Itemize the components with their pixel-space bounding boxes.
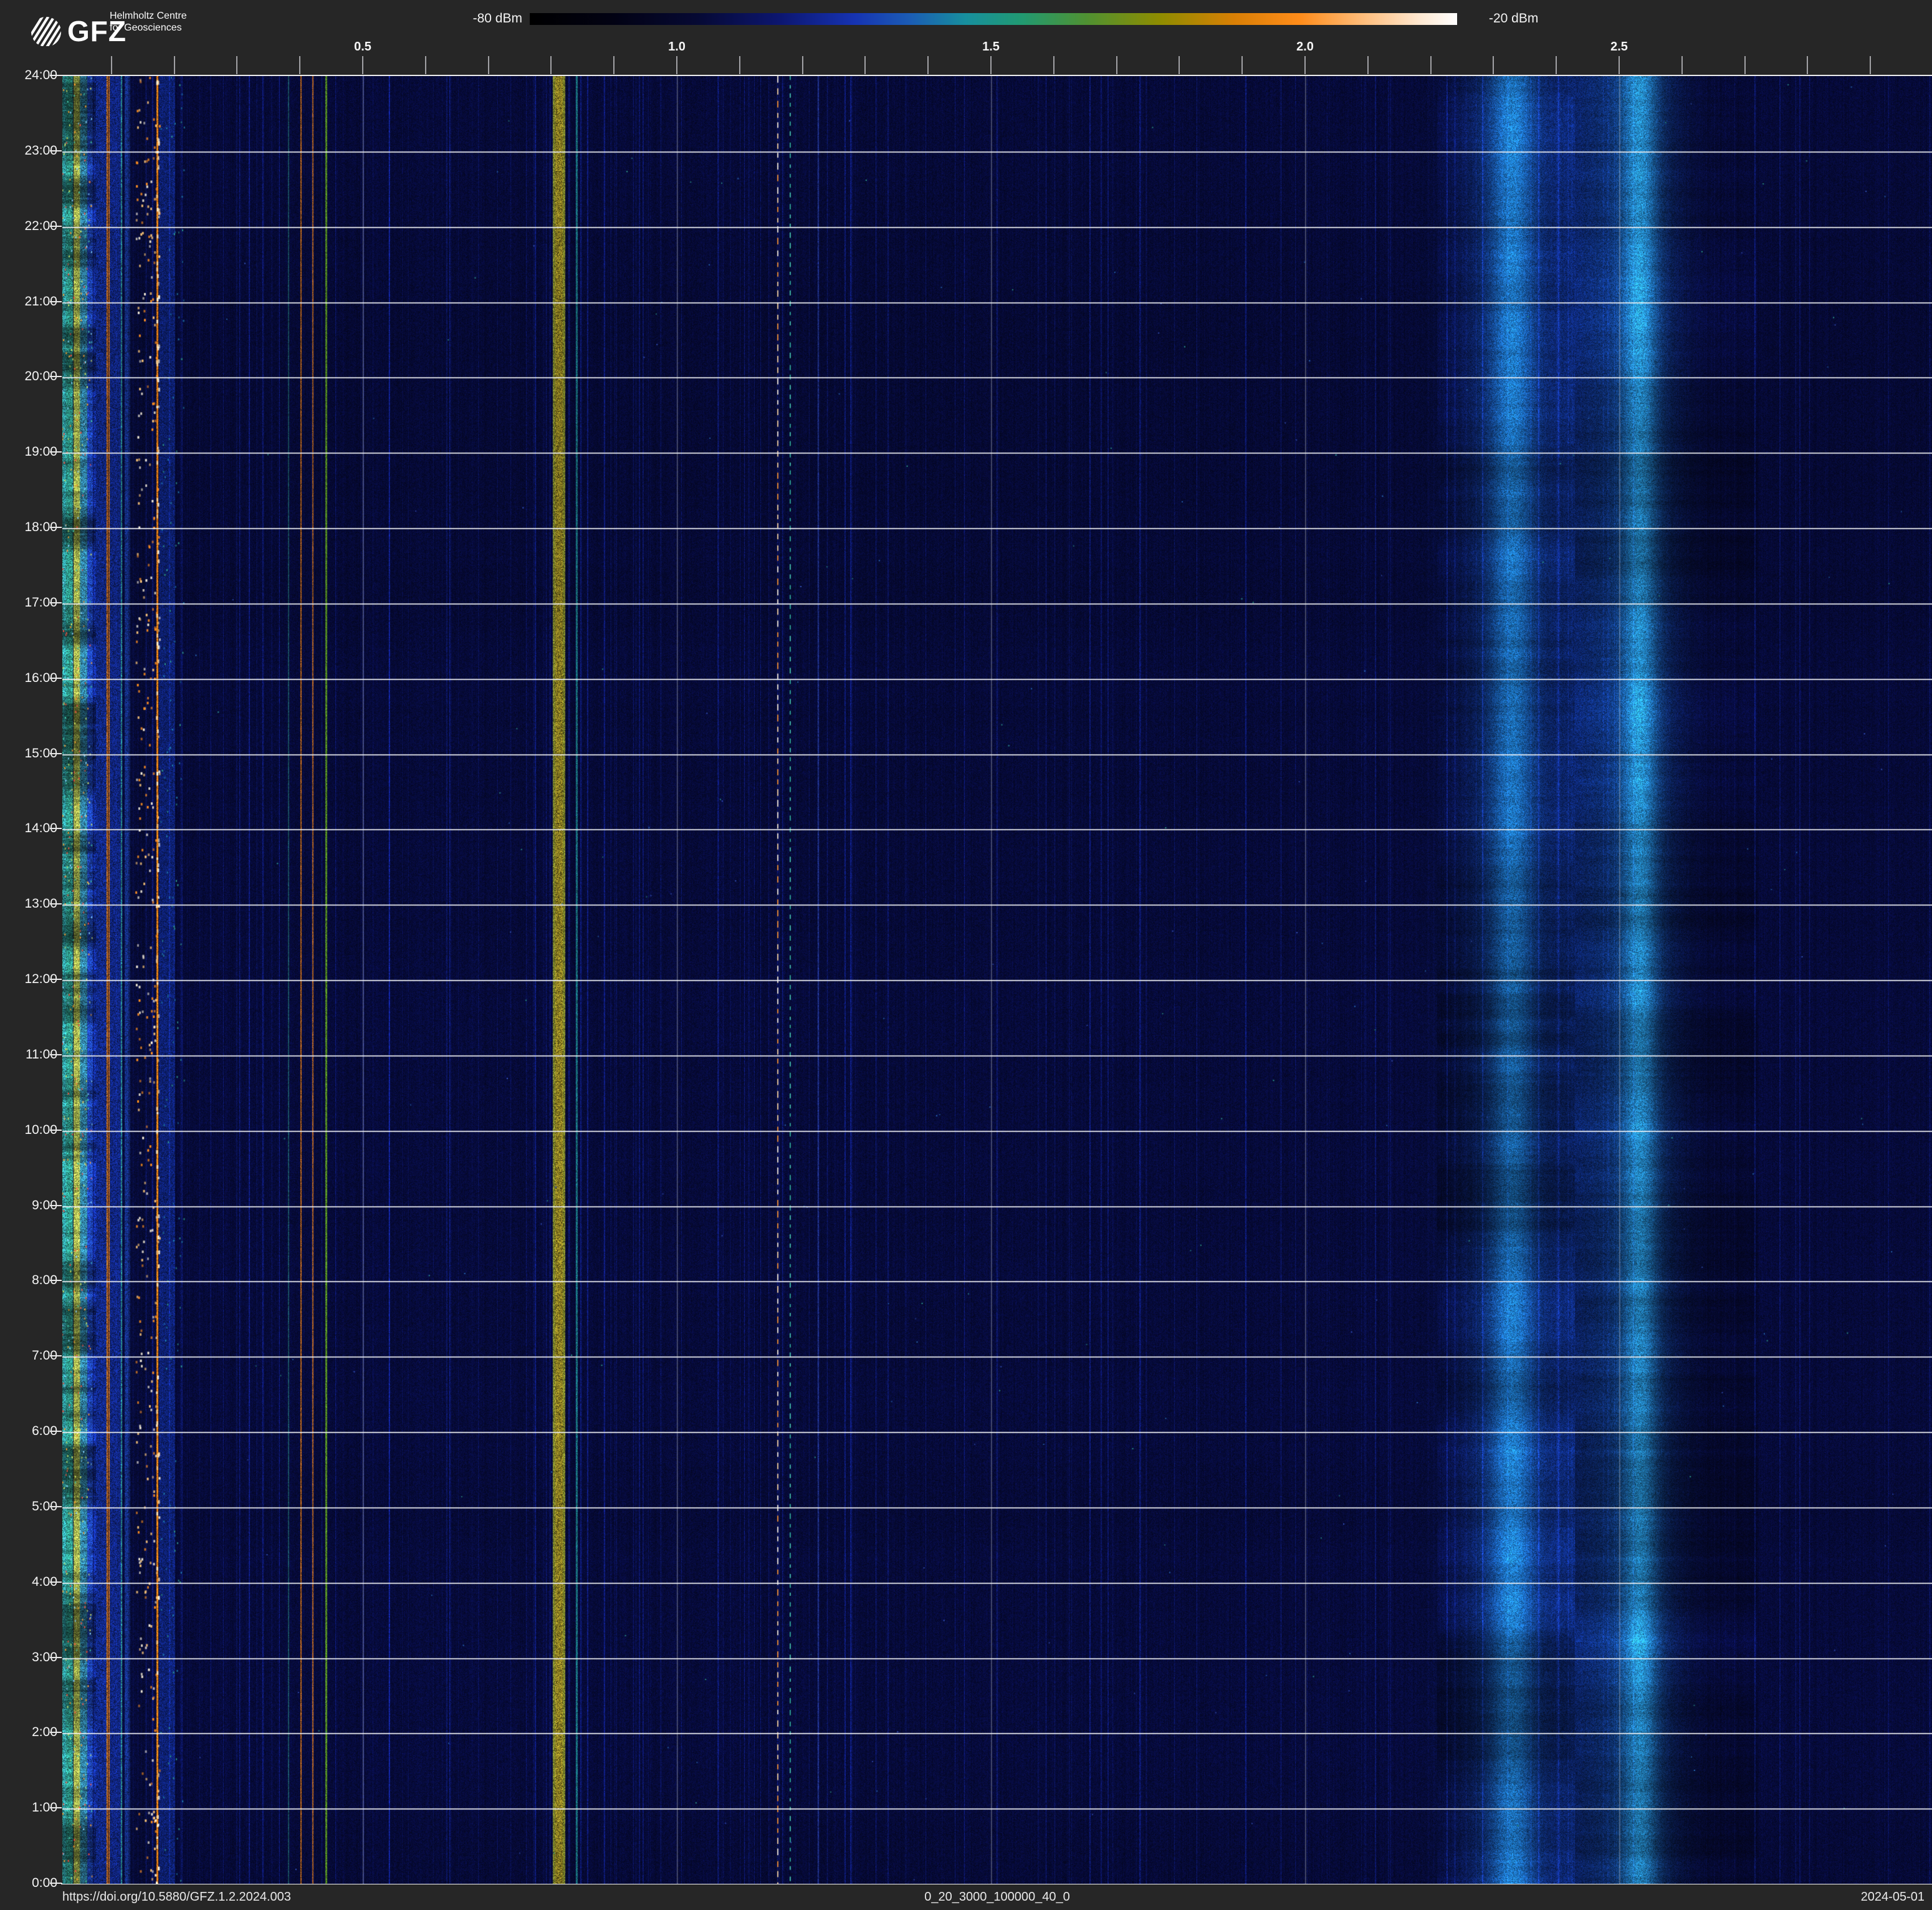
- y-tick: [50, 1431, 62, 1432]
- y-tick: [50, 1807, 62, 1808]
- x-tick: [927, 56, 929, 74]
- y-tick: [50, 301, 62, 302]
- y-tick: [50, 1205, 62, 1206]
- x-tick: [236, 56, 237, 74]
- x-tick: [802, 56, 803, 74]
- y-tick: [50, 1581, 62, 1583]
- y-label: 5:00: [0, 1499, 57, 1514]
- x-label: 1.0: [668, 40, 686, 54]
- x-tick: [613, 56, 615, 74]
- x-tick: [174, 56, 175, 74]
- y-tick: [50, 979, 62, 980]
- y-tick: [50, 1732, 62, 1733]
- spectrogram-canvas: [62, 76, 1932, 1884]
- y-tick: [50, 602, 62, 603]
- x-tick: [1053, 56, 1054, 74]
- y-tick: [50, 678, 62, 679]
- y-label: 21:00: [0, 294, 57, 309]
- x-tick: [111, 56, 112, 74]
- y-label: 8:00: [0, 1273, 57, 1288]
- y-label: 15:00: [0, 746, 57, 761]
- y-tick: [50, 1130, 62, 1131]
- x-tick: [990, 56, 992, 74]
- y-label: 16:00: [0, 671, 57, 686]
- y-tick: [50, 828, 62, 829]
- y-label: 23:00: [0, 143, 57, 158]
- x-tick: [1556, 56, 1557, 74]
- x-label: 1.5: [982, 40, 1000, 54]
- y-tick: [50, 1280, 62, 1281]
- x-tick: [299, 56, 300, 74]
- x-label: 2.0: [1296, 40, 1314, 54]
- y-label: 17:00: [0, 595, 57, 610]
- x-tick: [1241, 56, 1243, 74]
- x-tick: [1304, 56, 1306, 74]
- x-tick: [1430, 56, 1432, 74]
- x-label: 0.5: [354, 40, 371, 54]
- y-label: 7:00: [0, 1348, 57, 1363]
- y-label: 6:00: [0, 1424, 57, 1439]
- y-label: 4:00: [0, 1575, 57, 1590]
- y-tick: [50, 1506, 62, 1507]
- dataset-filename: 0_20_3000_100000_40_0: [924, 1890, 1070, 1904]
- y-label: 10:00: [0, 1123, 57, 1138]
- y-tick: [50, 226, 62, 227]
- y-label: 0:00: [0, 1876, 57, 1891]
- y-label: 14:00: [0, 821, 57, 836]
- y-tick: [50, 150, 62, 151]
- x-tick: [1179, 56, 1180, 74]
- y-label: 11:00: [0, 1047, 57, 1062]
- y-label: 9:00: [0, 1198, 57, 1213]
- x-tick: [1681, 56, 1683, 74]
- x-tick: [1367, 56, 1369, 74]
- y-tick: [50, 903, 62, 905]
- y-label: 13:00: [0, 896, 57, 911]
- colorbar: [530, 13, 1457, 25]
- colorbar-min-label: -80 dBm: [0, 11, 522, 26]
- x-tick: [1116, 56, 1117, 74]
- doi-link[interactable]: https://doi.org/10.5880/GFZ.1.2.2024.003: [62, 1890, 291, 1904]
- y-label: 1:00: [0, 1800, 57, 1815]
- y-label: 20:00: [0, 369, 57, 384]
- y-label: 22:00: [0, 219, 57, 234]
- y-label: 12:00: [0, 972, 57, 987]
- x-tick: [1619, 56, 1620, 74]
- y-tick: [50, 753, 62, 754]
- y-tick: [50, 1883, 62, 1884]
- x-tick: [676, 56, 677, 74]
- y-label: 3:00: [0, 1650, 57, 1665]
- x-tick: [1870, 56, 1871, 74]
- x-tick: [739, 56, 740, 74]
- x-tick: [1807, 56, 1808, 74]
- y-tick: [50, 1657, 62, 1658]
- x-tick: [550, 56, 552, 74]
- y-label: 19:00: [0, 444, 57, 459]
- y-tick: [50, 527, 62, 528]
- x-tick: [864, 56, 866, 74]
- x-tick: [425, 56, 426, 74]
- x-tick: [488, 56, 489, 74]
- x-tick: [362, 56, 363, 74]
- y-label: 18:00: [0, 520, 57, 535]
- y-tick: [50, 1355, 62, 1356]
- x-label: 2.5: [1610, 40, 1628, 54]
- x-tick: [1493, 56, 1494, 74]
- date-label: 2024-05-01: [1861, 1890, 1925, 1904]
- y-label: 24:00: [0, 68, 57, 83]
- x-tick: [1744, 56, 1746, 74]
- colorbar-max-label: -20 dBm: [1489, 11, 1538, 26]
- y-tick: [50, 451, 62, 453]
- y-tick: [50, 376, 62, 377]
- y-label: 2:00: [0, 1725, 57, 1740]
- y-tick: [50, 1054, 62, 1055]
